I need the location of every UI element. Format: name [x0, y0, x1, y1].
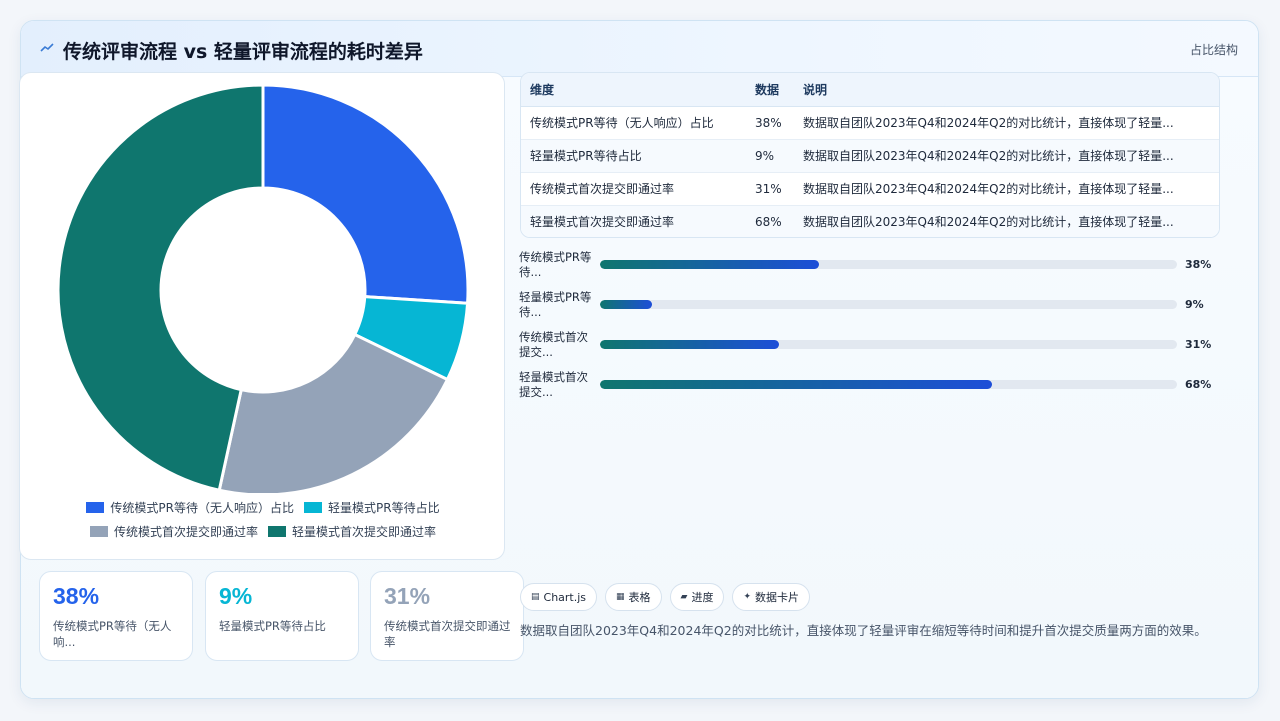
table-row: 轻量模式PR等待占比 9% 数据取自团队2023年Q4和2024年Q2的对比统计… [521, 139, 1219, 173]
table-cell: 数据取自团队2023年Q4和2024年Q2的对比统计，直接体现了轻量... [794, 106, 1219, 140]
table-header-row: 维度 数据 说明 [521, 73, 1219, 107]
table-cell: 数据取自团队2023年Q4和2024年Q2的对比统计，直接体现了轻量... [794, 205, 1219, 237]
table-row: 轻量模式首次提交即通过率 68% 数据取自团队2023年Q4和2024年Q2的对… [521, 205, 1219, 237]
table-cell: 传统模式首次提交即通过率 [521, 172, 746, 206]
table-cell: 数据取自团队2023年Q4和2024年Q2的对比统计，直接体现了轻量... [794, 139, 1219, 173]
progress-value: 68% [1185, 378, 1212, 391]
progress-value: 38% [1185, 258, 1212, 271]
table-cell: 68% [746, 205, 794, 237]
table-cell: 38% [746, 106, 794, 140]
table-header-cell: 数据 [746, 73, 794, 107]
table-icon: ▦ [616, 592, 625, 602]
table-cell: 31% [746, 172, 794, 206]
legend-swatch [304, 502, 322, 513]
donut-slice[interactable] [56, 83, 265, 493]
stat-value: 38% [53, 583, 100, 609]
chip-label: 表格 [628, 591, 651, 604]
legend-swatch [89, 526, 108, 537]
progress-list: 传统模式PR等待... 38% 轻量模式PR等待... 9% 传统模式首次提交.… [519, 248, 1223, 408]
progress-value: 31% [1185, 338, 1212, 351]
progress-row: 传统模式首次提交... 31% [519, 328, 1223, 368]
chart-line-icon [40, 41, 54, 55]
table-cell: 轻量模式首次提交即通过率 [521, 205, 746, 237]
table-row: 传统模式PR等待（无人响应）占比 38% 数据取自团队2023年Q4和2024年… [521, 106, 1219, 140]
legend-item[interactable]: 轻量模式首次提交即通过率 [268, 523, 436, 540]
header: 传统评审流程 vs 轻量评审流程的耗时差异 占比结构 [21, 21, 1258, 77]
chip-table[interactable]: ▦ 表格 [605, 583, 662, 611]
legend-label: 轻量模式首次提交即通过率 [292, 525, 437, 539]
page: 传统评审流程 vs 轻量评审流程的耗时差异 占比结构 传统模式PR等待（无人响应… [0, 0, 1280, 721]
progress-fill [600, 340, 779, 349]
chip-label: 进度 [691, 591, 714, 604]
legend-label: 传统模式首次提交即通过率 [113, 525, 258, 539]
chart-icon: ▤ [531, 592, 540, 602]
legend-swatch [268, 526, 286, 537]
legend-label: 轻量模式PR等待占比 [328, 501, 440, 515]
legend-item[interactable]: 传统模式首次提交即通过率 [89, 523, 258, 540]
legend-item[interactable]: 传统模式PR等待（无人响应）占比 [86, 499, 294, 516]
table-row: 传统模式首次提交即通过率 31% 数据取自团队2023年Q4和2024年Q2的对… [521, 172, 1219, 206]
progress-track [600, 300, 1177, 309]
stat-card: 38% 传统模式PR等待（无人响... [39, 571, 193, 661]
progress-label: 轻量模式首次提交... [519, 370, 588, 399]
chip-progress[interactable]: ▰ 进度 [669, 583, 725, 611]
progress-value: 9% [1185, 298, 1204, 311]
donut-chart [56, 83, 470, 493]
progress-fill [600, 260, 820, 269]
donut-chart-panel: 传统模式PR等待（无人响应）占比 轻量模式PR等待占比 传统模式首次提交即通过率… [19, 72, 505, 560]
progress-row: 轻量模式PR等待... 9% [519, 288, 1223, 328]
stat-value: 31% [384, 583, 431, 609]
chart-legend: 传统模式PR等待（无人响应）占比 轻量模式PR等待占比 传统模式首次提交即通过率… [20, 499, 506, 547]
stat-label: 轻量模式PR等待占比 [219, 619, 326, 633]
progress-fill [600, 300, 652, 309]
page-title: 传统评审流程 vs 轻量评审流程的耗时差异 [63, 41, 423, 63]
footnote: 数据取自团队2023年Q4和2024年Q2的对比统计，直接体现了轻量评审在缩短等… [520, 623, 1207, 638]
stat-value: 9% [219, 583, 253, 609]
progress-label: 轻量模式PR等待... [519, 290, 592, 319]
stat-label: 传统模式PR等待（无人响... [53, 619, 172, 649]
header-tag: 占比结构 [1189, 43, 1238, 57]
progress-track [600, 340, 1177, 349]
stat-card: 9% 轻量模式PR等待占比 [205, 571, 359, 661]
chip-label: Chart.js [543, 590, 587, 604]
progress-fill [600, 380, 993, 389]
progress-track [600, 260, 1177, 269]
tag-chips: ▤ Chart.js ▦ 表格 ▰ 进度 ✦ 数据卡片 [520, 583, 811, 611]
data-table: 维度 数据 说明 传统模式PR等待（无人响应）占比 38% 数据取自团队2023… [520, 72, 1220, 238]
legend-item[interactable]: 轻量模式PR等待占比 [304, 499, 440, 516]
table-header-cell: 说明 [794, 73, 1219, 107]
chip-chartjs[interactable]: ▤ Chart.js [520, 583, 598, 611]
stat-card: 31% 传统模式首次提交即通过率 [370, 571, 524, 661]
progress-track [600, 380, 1177, 389]
progress-row: 传统模式PR等待... 38% [519, 248, 1223, 288]
progress-row: 轻量模式首次提交... 68% [519, 368, 1223, 408]
chip-data-card[interactable]: ✦ 数据卡片 [732, 583, 811, 611]
table-cell: 传统模式PR等待（无人响应）占比 [521, 106, 746, 140]
donut-slice[interactable] [261, 83, 470, 305]
stat-label: 传统模式首次提交即通过率 [384, 619, 511, 649]
legend-swatch [86, 502, 105, 513]
progress-icon: ▰ [680, 592, 688, 602]
sparkle-icon: ✦ [743, 592, 752, 602]
table-header-cell: 维度 [521, 73, 746, 107]
chip-label: 数据卡片 [755, 591, 800, 604]
progress-label: 传统模式PR等待... [519, 250, 592, 279]
legend-label: 传统模式PR等待（无人响应）占比 [110, 501, 294, 515]
table-cell: 数据取自团队2023年Q4和2024年Q2的对比统计，直接体现了轻量... [794, 172, 1219, 206]
progress-label: 传统模式首次提交... [519, 330, 588, 359]
table-cell: 轻量模式PR等待占比 [521, 139, 746, 173]
table-cell: 9% [746, 139, 794, 173]
